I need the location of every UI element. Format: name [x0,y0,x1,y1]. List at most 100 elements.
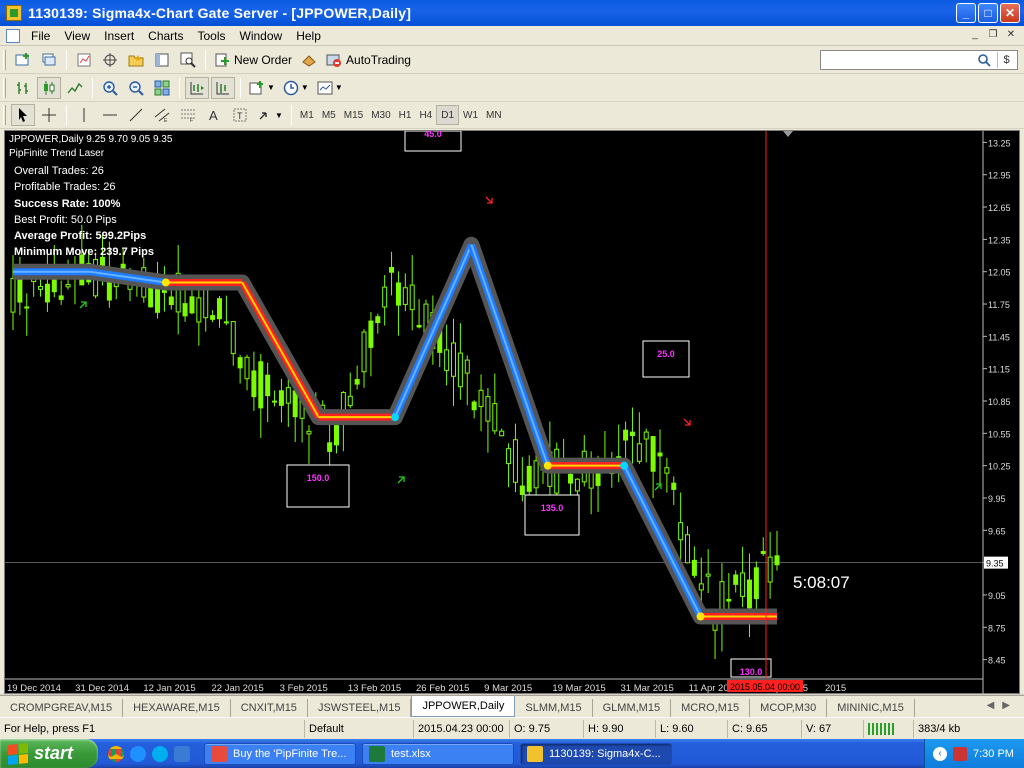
candle-body [258,361,264,409]
zoom-out-button[interactable] [124,77,148,99]
clock[interactable]: 7:30 PM [973,748,1014,760]
candle-body [678,522,684,541]
indicators-button[interactable]: ▼ [246,77,278,99]
timeframe-h1[interactable]: H1 [395,105,416,125]
autoscroll-button[interactable] [185,76,209,99]
crosshair-button[interactable] [37,104,61,126]
tab-slmm[interactable]: SLMM,M15 [515,699,593,717]
terminal-button[interactable] [150,49,174,71]
tray-app-icon[interactable] [953,746,967,761]
status-close: C: 9.65 [728,719,802,738]
timeframe-m15[interactable]: M15 [340,105,367,125]
tab-hexaware[interactable]: HEXAWARE,M15 [123,699,231,717]
status-low: L: 9.60 [656,719,728,738]
skype-icon[interactable] [152,745,168,762]
tile-windows-button[interactable] [150,77,174,99]
ie-icon[interactable] [130,745,146,762]
tab-cnxit[interactable]: CNXIT,M15 [231,699,308,717]
expert-advisors-button[interactable] [297,49,321,71]
mdi-close-button[interactable]: ✕ [1004,28,1018,42]
stat-average-profit: Average Profit: 599.2Pips [14,230,147,243]
candle-body [347,395,353,407]
fibonacci-button[interactable]: F [176,104,200,126]
equidistant-channel-button[interactable]: E [150,104,174,126]
cursor-arrow-icon [19,108,27,122]
timeframe-m30[interactable]: M30 [367,105,394,125]
timeframe-h4[interactable]: H4 [415,105,436,125]
timeframe-m1[interactable]: M1 [296,105,318,125]
candle-body [38,286,44,290]
toolbar-grip[interactable] [3,77,6,98]
task-browser[interactable]: Buy the 'PipFinite Tre... [204,742,356,765]
menu-tools[interactable]: Tools [191,29,233,43]
tab-mcro[interactable]: MCRO,M15 [671,699,751,717]
candlestick-button[interactable] [37,76,61,99]
cursor-button[interactable] [11,104,35,126]
menu-help[interactable]: Help [289,29,328,43]
toolbar-grip[interactable] [3,105,6,125]
periods-button[interactable]: ▼ [280,77,312,99]
maximize-button[interactable]: □ [978,3,998,23]
tray-expand-icon[interactable]: ‹ [933,746,947,761]
close-button[interactable]: ✕ [1000,3,1020,23]
candle-body [278,390,284,406]
profiles-button[interactable] [37,49,61,71]
text-button[interactable]: A [202,104,226,126]
menu-insert[interactable]: Insert [97,29,141,43]
tab-jswsteel[interactable]: JSWSTEEL,M15 [308,699,412,717]
trendline-button[interactable] [124,104,148,126]
price-tick-label: 11.15 [988,365,1010,375]
chart-area[interactable]: 13.25 12.95 12.65 12.35 12.05 11.75 11.45 11.15… [4,130,1021,695]
zoom-in-button[interactable] [98,77,122,99]
search-input[interactable]: $ [820,50,1018,70]
task-excel[interactable]: test.xlsx [362,742,514,765]
price-tick-label: 8.45 [988,656,1006,666]
templates-button[interactable]: ▼ [314,77,346,99]
strategy-tester-button[interactable] [176,49,200,71]
timeframe-w1[interactable]: W1 [459,105,482,125]
toolbar-separator [205,49,206,70]
tab-glmm[interactable]: GLMM,M15 [593,699,672,717]
bar-chart-icon [17,81,28,94]
data-window-button[interactable] [98,49,122,71]
document-icon[interactable] [6,28,20,43]
mdi-restore-button[interactable]: ❐ [986,28,1000,42]
timeframe-d1[interactable]: D1 [436,105,460,125]
timeframe-m5[interactable]: M5 [318,105,340,125]
minimize-button[interactable]: _ [956,3,976,23]
stat-overall-trades: Overall Trades: 26 [14,165,104,177]
vertical-line-button[interactable] [72,104,96,126]
price-chart[interactable]: 13.25 12.95 12.65 12.35 12.05 11.75 11.45 11.15… [5,131,1021,695]
toolbar-grip[interactable] [3,49,6,70]
autotrading-button[interactable]: AutoTrading [323,49,414,71]
desktop-icon[interactable] [174,745,190,762]
tab-jppower[interactable]: JPPOWER,Daily [411,696,516,717]
task-terminal[interactable]: 1130139: Sigma4x-C... [520,742,672,765]
navigator-button[interactable] [124,49,148,71]
timeframe-mn[interactable]: MN [482,105,506,125]
start-button[interactable]: start [0,739,98,768]
chart-shift-button[interactable] [211,76,235,99]
chrome-icon[interactable] [108,745,124,762]
mdi-minimize-button[interactable]: _ [968,28,982,42]
crosshair-icon [42,108,56,122]
tab-mininic[interactable]: MININIC,M15 [827,699,915,717]
horizontal-line-button[interactable] [98,104,122,126]
signals-icon[interactable]: $ [997,52,1015,68]
title-bar[interactable]: 1130139: Sigma4x-Chart Gate Server - [JP… [0,0,1024,26]
menu-charts[interactable]: Charts [141,29,190,43]
new-order-button[interactable]: New Order [211,49,295,71]
bar-chart-button[interactable] [11,77,35,99]
menu-window[interactable]: Window [233,29,290,43]
tab-scroll-arrows[interactable]: ◀▶ [987,700,1018,711]
line-chart-button[interactable] [63,77,87,99]
new-chart-button[interactable] [11,49,35,71]
connection-status[interactable] [864,719,914,738]
text-label-button[interactable]: T [228,104,252,126]
tab-crompgreav[interactable]: CROMPGREAV,M15 [0,699,124,717]
menu-file[interactable]: File [24,29,57,43]
menu-view[interactable]: View [57,29,97,43]
arrows-button[interactable]: ▼ [254,104,286,126]
tab-mcop[interactable]: MCOP,M30 [750,699,828,717]
market-watch-button[interactable] [72,49,96,71]
